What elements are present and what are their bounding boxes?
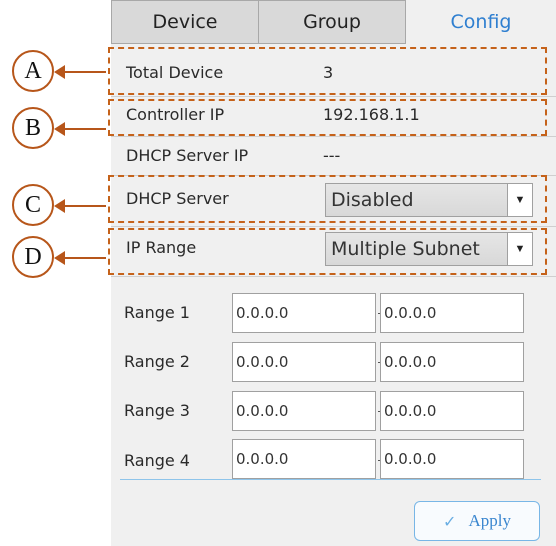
callout-label-b: B xyxy=(12,107,54,149)
divider xyxy=(111,96,556,97)
callout-label-d: D xyxy=(12,236,54,278)
divider xyxy=(111,226,556,227)
callout-box-c xyxy=(108,175,547,223)
range-4-label: Range 4 xyxy=(124,451,190,470)
section-divider xyxy=(120,479,541,480)
arrow-head-icon xyxy=(54,122,65,136)
range-1-label: Range 1 xyxy=(124,303,190,322)
callout-label-a: A xyxy=(12,50,54,92)
checkmark-icon: ✓ xyxy=(443,511,457,531)
range-2-start-input[interactable] xyxy=(232,342,376,382)
divider xyxy=(111,136,556,137)
tab-group[interactable]: Group xyxy=(258,0,406,44)
callout-box-a xyxy=(108,47,547,95)
divider xyxy=(111,276,556,277)
callout-label-c: C xyxy=(12,184,54,226)
range-2-end-input[interactable] xyxy=(380,342,524,382)
range-3-end-input[interactable] xyxy=(380,391,524,431)
range-2-label: Range 2 xyxy=(124,352,190,371)
range-4-start-input[interactable] xyxy=(232,439,376,479)
callout-arrow-b xyxy=(62,128,106,130)
callout-arrow-a xyxy=(62,71,106,73)
callout-box-b xyxy=(108,99,547,136)
range-4-end-input[interactable] xyxy=(380,439,524,479)
tab-device[interactable]: Device xyxy=(111,0,259,44)
callout-box-d xyxy=(108,228,547,275)
range-1-end-input[interactable] xyxy=(380,293,524,333)
dhcp-server-ip-value: --- xyxy=(323,146,341,165)
range-3-start-input[interactable] xyxy=(232,391,376,431)
dhcp-server-ip-label: DHCP Server IP xyxy=(126,146,249,165)
range-1-start-input[interactable] xyxy=(232,293,376,333)
apply-button[interactable]: ✓ Apply xyxy=(414,501,540,541)
apply-button-label: Apply xyxy=(468,511,511,530)
range-3-label: Range 3 xyxy=(124,401,190,420)
callout-arrow-d xyxy=(62,257,106,259)
arrow-head-icon xyxy=(54,65,65,79)
arrow-head-icon xyxy=(54,199,65,213)
tab-config[interactable]: Config xyxy=(406,0,556,44)
callout-arrow-c xyxy=(62,205,106,207)
arrow-head-icon xyxy=(54,251,65,265)
